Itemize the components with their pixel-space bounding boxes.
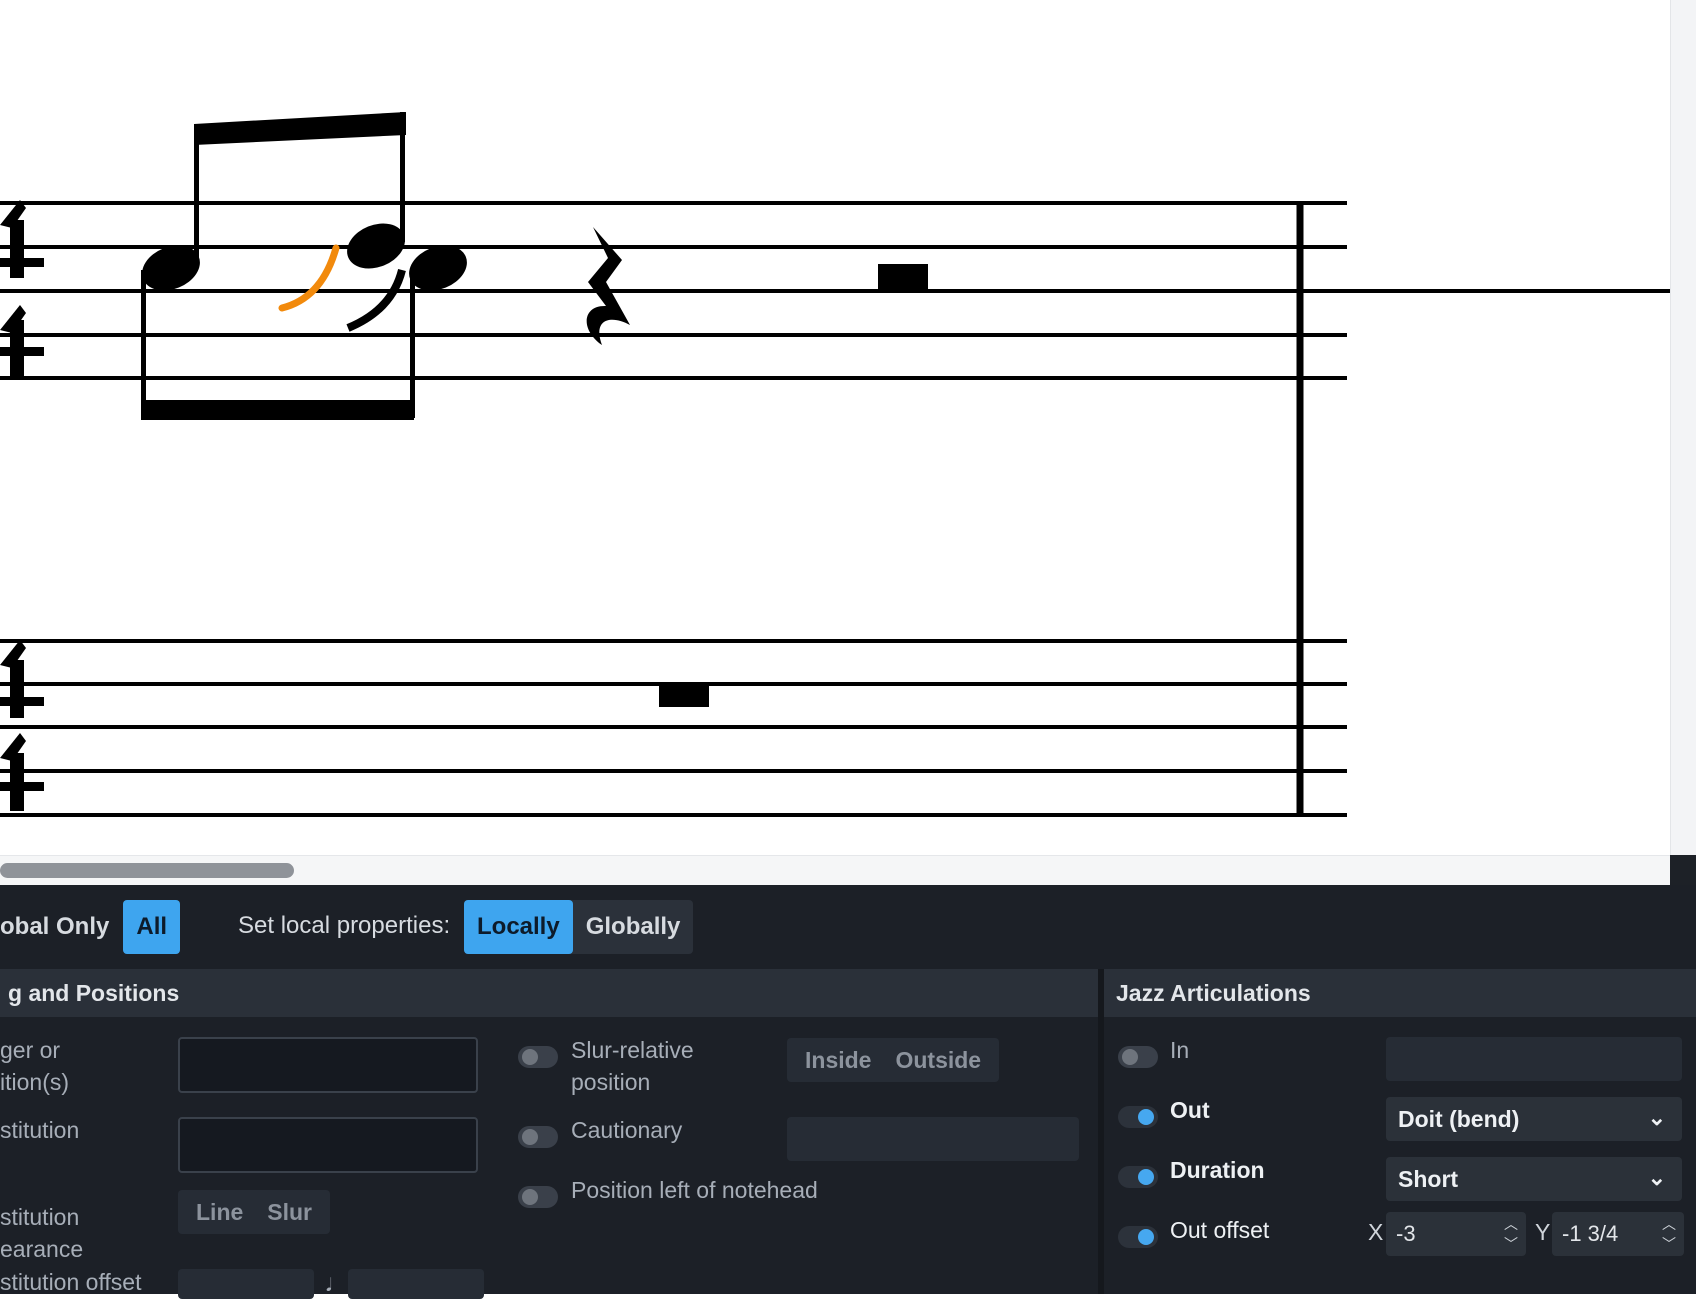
cautionary-input[interactable] bbox=[787, 1117, 1079, 1161]
globally-button[interactable]: Globally bbox=[573, 900, 694, 954]
substitution-input[interactable] bbox=[178, 1117, 478, 1173]
substitution-appearance-label-line1: stitution bbox=[0, 1204, 80, 1230]
properties-toolbar: obal Only All Set local properties: Loca… bbox=[0, 885, 1696, 971]
note-offset-icon: 𝅘𝅥 bbox=[326, 1275, 332, 1295]
half-rest-lower bbox=[659, 684, 709, 707]
out-label: Out bbox=[1170, 1097, 1210, 1123]
doit-articulation bbox=[278, 244, 340, 312]
outside-option[interactable]: Outside bbox=[883, 1047, 993, 1074]
set-local-properties-label: Set local properties: bbox=[238, 912, 451, 939]
locally-button[interactable]: Locally bbox=[464, 900, 573, 954]
notes bbox=[141, 112, 467, 420]
duration-dropdown[interactable]: Short ⌄ bbox=[1386, 1157, 1682, 1201]
x-offset-value: -3 bbox=[1396, 1221, 1416, 1246]
slur-relative-label-line2: position bbox=[571, 1069, 651, 1095]
set-local-properties-toggle: Locally Globally bbox=[464, 900, 694, 954]
up-down-spinner-icon[interactable]: ︿ ﹀ bbox=[1500, 1214, 1522, 1254]
chevron-down-icon: ⌄ bbox=[1647, 1105, 1666, 1130]
x-offset-spinbox[interactable]: -3 ︿ ﹀ bbox=[1386, 1212, 1526, 1256]
in-select[interactable] bbox=[1386, 1037, 1682, 1081]
global-only-button[interactable]: obal Only bbox=[0, 900, 121, 954]
duration-value: Short bbox=[1398, 1165, 1459, 1192]
line-option[interactable]: Line bbox=[184, 1199, 255, 1226]
chevron-down-icon: ⌄ bbox=[1647, 1165, 1666, 1190]
out-offset-toggle[interactable] bbox=[1118, 1226, 1158, 1248]
quarter-rest bbox=[586, 227, 630, 345]
cautionary-label: Cautionary bbox=[571, 1117, 683, 1143]
substitution-label: stitution bbox=[0, 1117, 80, 1143]
substitution-offset-label: stitution offset bbox=[0, 1269, 142, 1295]
all-button[interactable]: All bbox=[123, 900, 181, 954]
y-offset-spinbox[interactable]: -1 3/4 ︿ ﹀ bbox=[1552, 1212, 1684, 1256]
out-value: Doit (bend) bbox=[1398, 1105, 1520, 1132]
out-toggle[interactable] bbox=[1118, 1106, 1158, 1128]
y-label: Y bbox=[1535, 1219, 1551, 1245]
scroll-corner bbox=[1670, 855, 1696, 885]
finger-input[interactable] bbox=[178, 1037, 478, 1093]
out-offset-label: Out offset bbox=[1170, 1217, 1270, 1243]
slur-position-toggle: Inside Outside bbox=[787, 1038, 1000, 1082]
slur-relative-label-line1: Slur-relative bbox=[571, 1037, 694, 1063]
cautionary-toggle[interactable] bbox=[518, 1126, 558, 1148]
slur-relative-toggle[interactable] bbox=[518, 1046, 558, 1068]
position-left-label: Position left of notehead bbox=[571, 1177, 818, 1203]
slur-option[interactable]: Slur bbox=[255, 1199, 324, 1226]
lower-staff bbox=[0, 639, 1347, 817]
properties-panel: obal Only All Set local properties: Loca… bbox=[0, 885, 1696, 1299]
finger-label-line2: ition(s) bbox=[0, 1069, 70, 1095]
upper-staff bbox=[0, 201, 1347, 380]
show-properties-toggle: obal Only All bbox=[0, 900, 181, 954]
horizontal-scroll-thumb[interactable] bbox=[0, 863, 294, 878]
duration-label: Duration bbox=[1170, 1157, 1265, 1183]
section-title: Jazz Articulations bbox=[1104, 969, 1696, 1017]
out-dropdown[interactable]: Doit (bend) ⌄ bbox=[1386, 1097, 1682, 1141]
half-rest-upper bbox=[878, 264, 928, 291]
y-offset-value: -1 3/4 bbox=[1562, 1221, 1619, 1246]
duration-toggle[interactable] bbox=[1118, 1166, 1158, 1188]
fingering-positions-section: g and Positions ger or ition(s) stitutio… bbox=[0, 969, 1098, 1299]
x-label: X bbox=[1368, 1219, 1384, 1245]
finger-label-line1: ger or bbox=[0, 1037, 61, 1063]
substitution-offset-y[interactable] bbox=[348, 1269, 484, 1299]
substitution-appearance-toggle: Line Slur bbox=[178, 1190, 331, 1234]
music-notation bbox=[0, 112, 1670, 817]
in-toggle[interactable] bbox=[1118, 1046, 1158, 1068]
inside-option[interactable]: Inside bbox=[793, 1047, 883, 1074]
up-down-spinner-icon[interactable]: ︿ ﹀ bbox=[1658, 1214, 1680, 1254]
substitution-offset-x[interactable] bbox=[178, 1269, 314, 1299]
section-title: g and Positions bbox=[0, 969, 1098, 1017]
score-canvas[interactable] bbox=[0, 0, 1670, 855]
vertical-scroll-area[interactable] bbox=[1670, 0, 1696, 855]
horizontal-scrollbar[interactable] bbox=[0, 855, 1670, 885]
substitution-appearance-label-line2: earance bbox=[0, 1236, 84, 1262]
in-label: In bbox=[1170, 1037, 1190, 1063]
jazz-articulations-section: Jazz Articulations In Out Doit (bend) ⌄ … bbox=[1104, 969, 1696, 1294]
position-left-toggle[interactable] bbox=[518, 1186, 558, 1208]
